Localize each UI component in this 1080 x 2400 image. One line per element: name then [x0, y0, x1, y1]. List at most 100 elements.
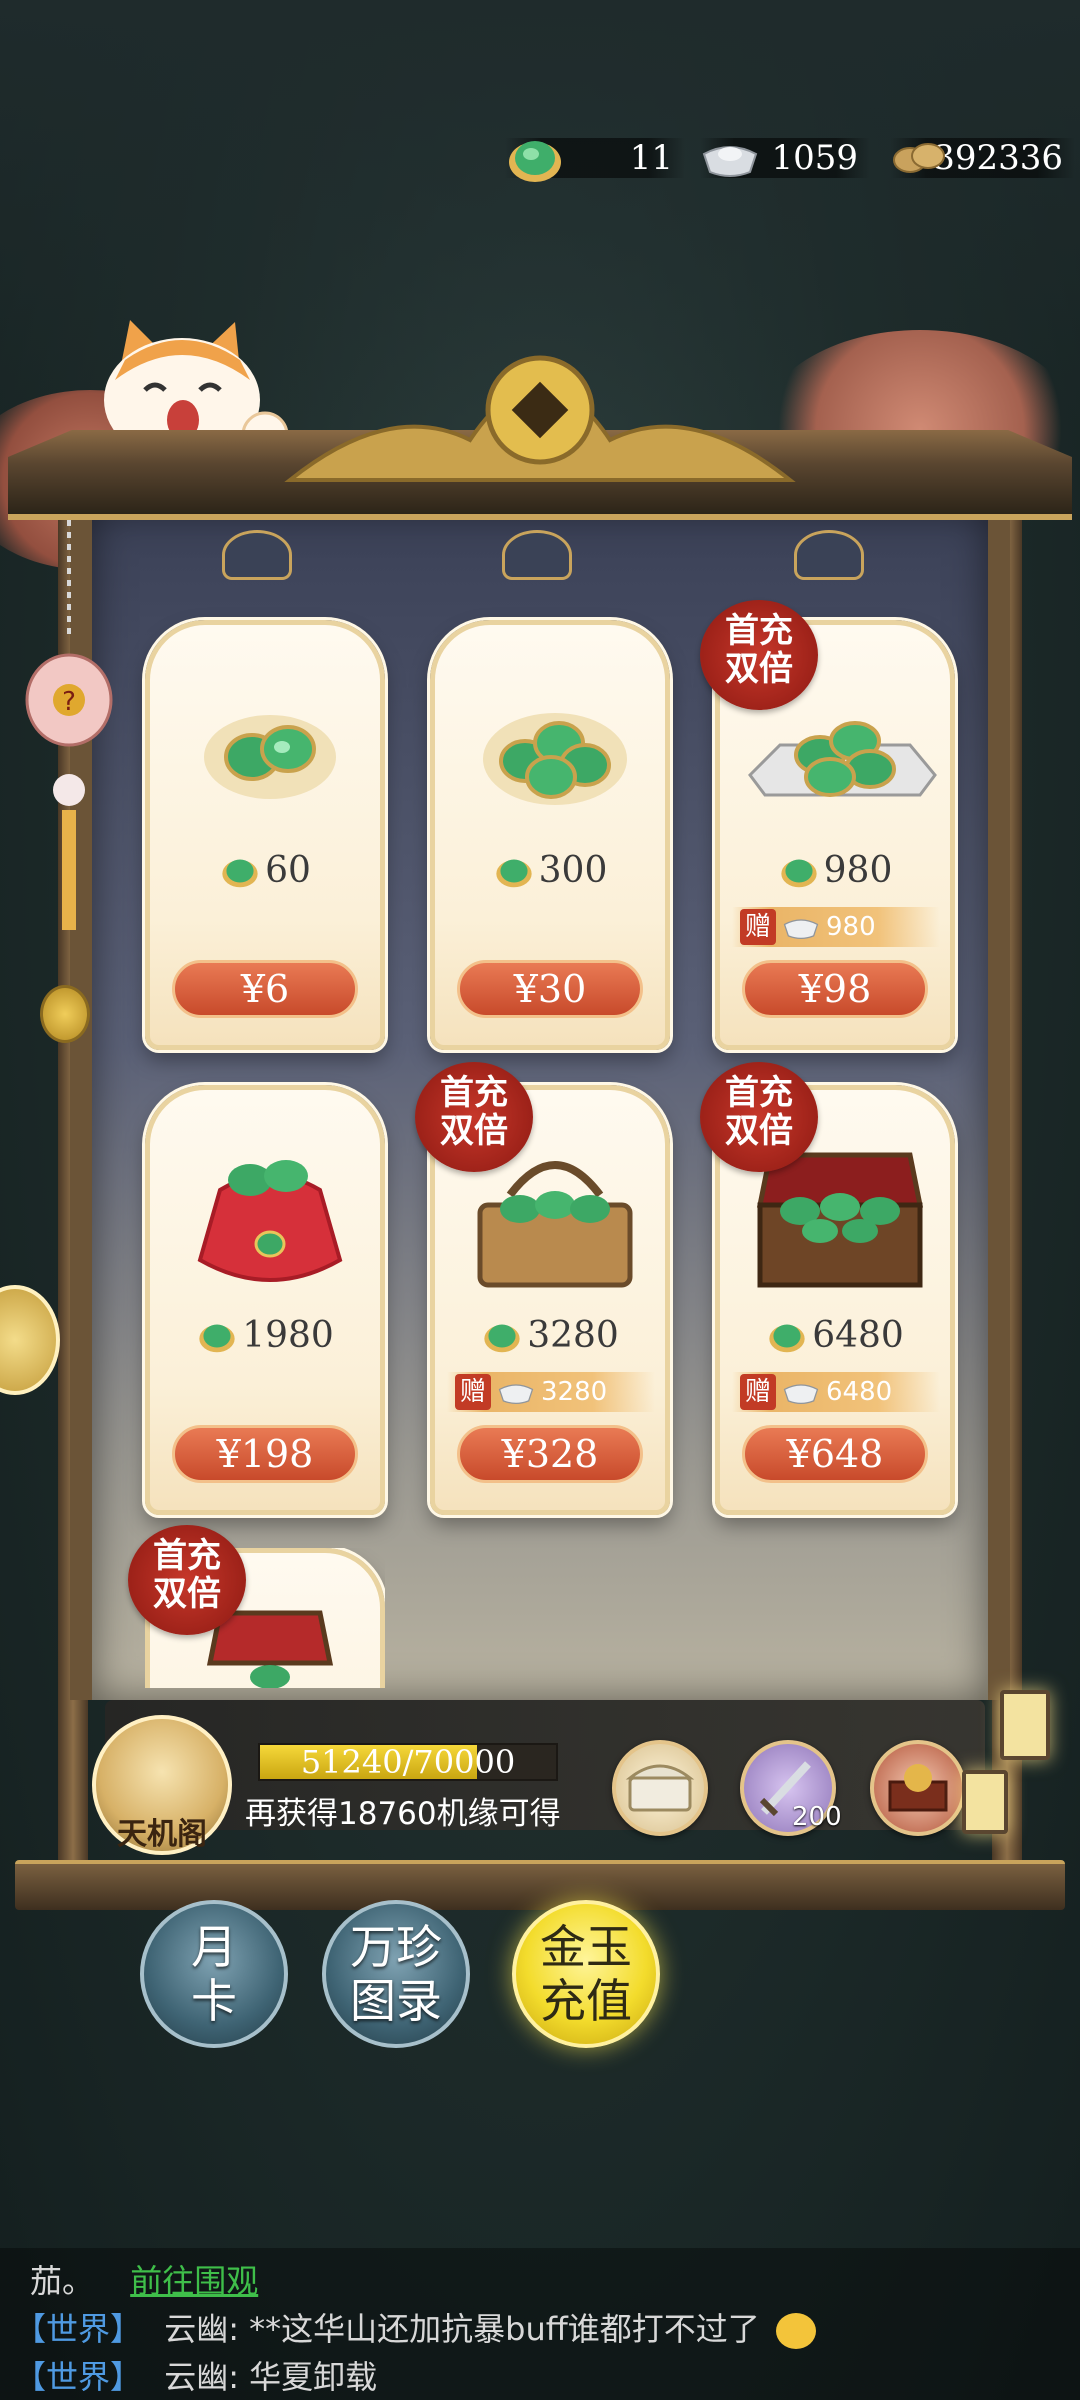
svg-text:?: ?	[62, 687, 76, 717]
package-price-button[interactable]: ¥198	[172, 1425, 358, 1483]
package-amount-value: 3280	[527, 1315, 619, 1356]
badge-line-2: 双倍	[725, 649, 793, 689]
jade-currency-icon	[780, 858, 817, 887]
package-amount: 6480	[720, 1315, 950, 1356]
bonus-silver-strip: 赠 980	[732, 907, 940, 947]
first-recharge-double-badge: 首充 双倍	[128, 1525, 246, 1635]
lantern-icon	[962, 1770, 1008, 1834]
nav-label-line: 月	[191, 1920, 237, 1974]
frame-base	[15, 1860, 1065, 1910]
jade-currency-icon	[199, 1323, 235, 1352]
first-recharge-double-badge: 首充 双倍	[700, 600, 818, 710]
silver-ingot-icon	[498, 1384, 534, 1405]
bonus-label: 赠	[455, 1374, 491, 1410]
reward-sword[interactable]: 200	[740, 1740, 842, 1836]
bonus-value: 980	[826, 912, 876, 942]
first-recharge-double-badge: 首充 双倍	[700, 1062, 818, 1172]
monthly-card-button[interactable]: 月 卡	[140, 1900, 288, 2048]
bonus-silver-strip: 赠 6480	[732, 1372, 940, 1412]
silver-ingot-icon	[783, 1384, 819, 1405]
badge-line-1: 首充	[440, 1073, 508, 1113]
copper-coins-icon	[890, 138, 950, 182]
chat-line: 【世界】 云幽: **这华山还加抗暴buff谁都打不过了	[14, 2304, 816, 2350]
nav-label-line: 卡	[191, 1974, 237, 2028]
treasure-chest-icon	[625, 1764, 695, 1812]
package-amount-value: 60	[265, 850, 311, 891]
nav-label-line: 万珍	[350, 1920, 442, 1974]
jade-lucky-bag-icon	[190, 1140, 350, 1300]
bonus-value: 3280	[541, 1377, 608, 1407]
world-channel-tag[interactable]: 【世界】	[14, 2310, 142, 2348]
badge-line-2: 双倍	[153, 1574, 221, 1614]
package-amount: 60	[150, 850, 380, 891]
jade-currency[interactable]: 11	[505, 132, 685, 184]
silver-currency[interactable]: 1059	[700, 132, 870, 184]
lantern-icon	[1000, 1690, 1050, 1760]
ornate-box-icon	[888, 1764, 948, 1812]
reward-ornate-box[interactable]	[870, 1740, 966, 1836]
package-price-button[interactable]: ¥30	[457, 960, 643, 1018]
badge-line-2: 双倍	[440, 1111, 508, 1151]
roof-ornament	[270, 340, 810, 494]
fortune-progress-bar: 51240/70000	[258, 1743, 558, 1781]
nav-label-line: 图录	[350, 1974, 442, 2028]
chat-bubble-button[interactable]	[0, 1285, 60, 1395]
package-amount: 300	[435, 850, 665, 891]
jade-currency-icon	[495, 858, 532, 887]
badge-line-1: 首充	[725, 1073, 793, 1113]
chat-line: 茄。 前往围观	[30, 2256, 258, 2302]
package-amount: 980	[720, 850, 950, 891]
jade-recharge-button[interactable]: 金玉 充值	[512, 1900, 660, 2048]
jade-currency-icon	[505, 130, 565, 186]
package-price-button[interactable]: ¥328	[457, 1425, 643, 1483]
go-watch-link[interactable]: 前往围观	[130, 2262, 258, 2300]
silver-ingot-icon	[783, 919, 819, 940]
chat-text: 云幽: **这华山还加抗暴buff谁都打不过了	[164, 2310, 760, 2348]
copper-currency[interactable]: 392336	[890, 132, 1075, 184]
package-price-button[interactable]: ¥648	[742, 1425, 928, 1483]
recharge-package-60[interactable]: 60 ¥6	[145, 620, 385, 1050]
package-amount-value: 1980	[242, 1315, 334, 1356]
jade-currency-icon	[769, 1323, 805, 1352]
jade-currency-icon	[222, 858, 258, 887]
badge-line-1: 首充	[725, 611, 793, 651]
package-amount-value: 300	[538, 850, 608, 891]
jade-pile-small-icon	[190, 685, 350, 815]
card-lamp-3	[794, 530, 864, 580]
chat-line: 【世界】 云幽: 华夏卸载	[14, 2352, 377, 2398]
badge-line-1: 首充	[153, 1536, 221, 1576]
silver-ingot-icon	[700, 136, 760, 184]
chat-text: 云幽: 华夏卸载	[164, 2358, 378, 2396]
package-amount: 3280	[435, 1315, 665, 1356]
chat-text: 茄。	[30, 2262, 95, 2300]
reward-treasure-chest[interactable]	[612, 1740, 708, 1836]
package-price-button[interactable]: ¥6	[172, 960, 358, 1018]
fortune-progress-text: 51240/70000	[300, 1743, 516, 1781]
package-amount-value: 6480	[812, 1315, 904, 1356]
floating-coin-icon	[40, 985, 90, 1043]
tianji-pavilion-label: 天机阁	[117, 1817, 207, 1852]
jade-currency-icon	[484, 1323, 520, 1352]
fortune-progress-tip: 再获得18760机缘可得	[245, 1796, 561, 1832]
bonus-silver-strip: 赠 3280	[447, 1372, 655, 1412]
tianji-pavilion-icon[interactable]: 天机阁	[92, 1715, 232, 1855]
card-lamp-2	[502, 530, 572, 580]
nav-label-line: 金玉	[540, 1920, 632, 1974]
package-amount-value: 980	[823, 850, 893, 891]
recharge-package-1980[interactable]: 1980 ¥198	[145, 1085, 385, 1515]
card-lamp-1	[222, 530, 292, 580]
emoji-face-icon	[775, 2313, 816, 2349]
first-recharge-double-badge: 首充 双倍	[415, 1062, 533, 1172]
package-price-button[interactable]: ¥98	[742, 960, 928, 1018]
badge-line-2: 双倍	[725, 1111, 793, 1151]
recharge-package-300[interactable]: 300 ¥30	[430, 620, 670, 1050]
world-chat-panel[interactable]: 茄。 前往围观 【世界】 云幽: **这华山还加抗暴buff谁都打不过了 【世界…	[0, 2248, 1080, 2400]
bonus-label: 赠	[740, 909, 776, 945]
reward-count: 200	[792, 1802, 842, 1832]
world-channel-tag[interactable]: 【世界】	[14, 2358, 142, 2396]
nav-label-line: 充值	[540, 1974, 632, 2028]
package-amount: 1980	[150, 1315, 380, 1356]
treasure-catalog-button[interactable]: 万珍 图录	[322, 1900, 470, 2048]
mystery-lucky-bag-icon[interactable]: ?	[14, 520, 114, 964]
jade-pile-medium-icon	[475, 685, 635, 815]
